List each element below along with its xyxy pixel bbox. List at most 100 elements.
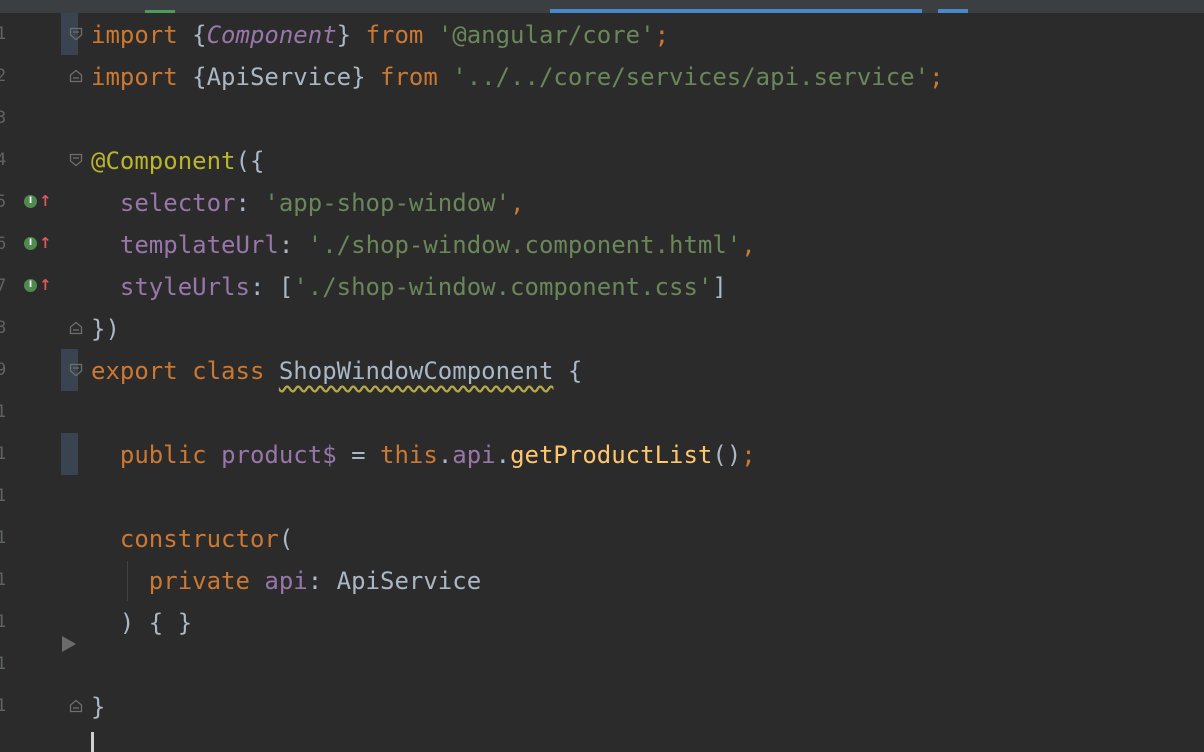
code-token: ({ [235, 147, 265, 175]
code-token: ; [741, 441, 756, 469]
code-token: selector [119, 189, 236, 217]
code-token: : [235, 189, 265, 217]
code-token: () [712, 441, 742, 469]
code-token: : [278, 231, 308, 259]
code-token: './shop-window.component.html' [307, 231, 742, 259]
code-token: ( [278, 525, 294, 553]
code-token: getProductList [510, 441, 713, 469]
line-number: 8 [0, 318, 6, 338]
gutter-line-highlight [61, 433, 78, 475]
fold-toggle-icon[interactable] [69, 699, 83, 713]
code-line[interactable]: templateUrl: './shop-window.component.ht… [91, 224, 756, 266]
code-token: 'app-shop-window' [264, 189, 511, 217]
navigate-up-arrow-icon[interactable]: ↑ [39, 277, 52, 293]
code-line[interactable]: public product$ = this.api.getProductLis… [91, 434, 756, 476]
code-token: '../../core/services/api.service' [452, 63, 930, 91]
code-line[interactable]: private api: ApiService [91, 560, 481, 602]
code-line[interactable]: } [91, 686, 105, 728]
code-token: '@angular/core' [437, 21, 655, 49]
code-token: : ApiService [307, 567, 482, 595]
code-token: { [192, 21, 207, 49]
code-token: : [ [249, 273, 294, 301]
code-token: api [452, 441, 496, 469]
code-token: export [91, 357, 193, 385]
line-number: 9 [0, 360, 6, 380]
code-line[interactable]: }) [91, 308, 120, 350]
editor-tab-left[interactable] [145, 10, 175, 13]
code-token: private [148, 567, 265, 595]
editor-tab-strip [0, 0, 1204, 13]
code-token: }) [91, 315, 120, 343]
line-number: 7 [0, 276, 6, 296]
code-token: import [91, 21, 193, 49]
code-token: from [380, 63, 453, 91]
fold-toggle-icon[interactable] [69, 69, 83, 83]
implementation-marker-icon[interactable]: I [24, 195, 37, 208]
code-line[interactable]: ) { } [91, 602, 192, 644]
code-token: from [365, 21, 438, 49]
code-token: , [510, 189, 525, 217]
line-number: 3 [0, 108, 6, 128]
code-token: './shop-window.component.css' [293, 273, 713, 301]
editor-tab-active[interactable] [550, 9, 922, 13]
line-number: 16 [0, 654, 6, 674]
code-token: . [495, 441, 511, 469]
navigate-up-arrow-icon[interactable]: ↑ [39, 235, 52, 251]
code-token: {ApiService} [192, 63, 380, 91]
code-token: ; [929, 63, 944, 91]
line-number: 4 [0, 150, 6, 170]
code-token: public [119, 441, 222, 469]
code-token: . [437, 441, 453, 469]
line-number: 15 [0, 612, 6, 632]
code-line[interactable]: selector: 'app-shop-window', [91, 182, 525, 224]
fold-toggle-icon[interactable] [69, 321, 83, 335]
code-token: this [380, 441, 438, 469]
editor-tab-right[interactable] [938, 9, 968, 13]
code-line[interactable]: styleUrls: ['./shop-window.component.css… [91, 266, 727, 308]
code-token: @Component [91, 147, 236, 175]
line-number: 10 [0, 402, 6, 422]
code-line[interactable]: export class ShopWindowComponent { [91, 350, 582, 392]
navigate-up-arrow-icon[interactable]: ↑ [39, 193, 52, 209]
implementation-marker-icon[interactable]: I [24, 279, 37, 292]
implementation-marker-icon[interactable]: I [24, 237, 37, 250]
fold-toggle-icon[interactable] [69, 27, 83, 41]
code-line[interactable]: constructor( [91, 518, 293, 560]
text-caret [91, 732, 94, 752]
code-token: styleUrls [119, 273, 250, 301]
fold-toggle-icon[interactable] [69, 153, 83, 167]
line-number: 13 [0, 528, 6, 548]
line-number: 17 [0, 696, 6, 716]
code-token: product$ [221, 441, 337, 469]
code-token: import [91, 63, 193, 91]
line-number: 2 [0, 66, 6, 86]
code-line[interactable]: import {ApiService} from '../../core/ser… [91, 56, 944, 98]
code-token: ) { } [91, 609, 193, 637]
code-line[interactable]: import {Component} from '@angular/core'; [91, 14, 669, 56]
line-number: 12 [0, 486, 6, 506]
line-number: 14 [0, 570, 6, 590]
fold-toggle-icon[interactable] [69, 363, 83, 377]
line-number: 11 [0, 444, 6, 464]
code-token: constructor [119, 525, 279, 553]
breakpoint-play-icon[interactable] [62, 636, 76, 652]
code-token: , [741, 231, 756, 259]
code-token: templateUrl [119, 231, 279, 259]
code-token: api [264, 567, 308, 595]
code-token: ] [712, 273, 727, 301]
code-token: ShopWindowComponent [278, 357, 554, 385]
code-token: = [336, 441, 381, 469]
code-token: class [192, 357, 279, 385]
line-number: 1 [0, 24, 6, 44]
line-number: 5 [0, 192, 6, 212]
code-token: ; [654, 21, 670, 49]
code-token: } [91, 693, 106, 721]
line-number: 6 [0, 234, 6, 254]
code-line[interactable]: @Component({ [91, 140, 264, 182]
code-editor[interactable]: 1234567891011121314151617I↑I↑I↑ import {… [0, 0, 1204, 752]
